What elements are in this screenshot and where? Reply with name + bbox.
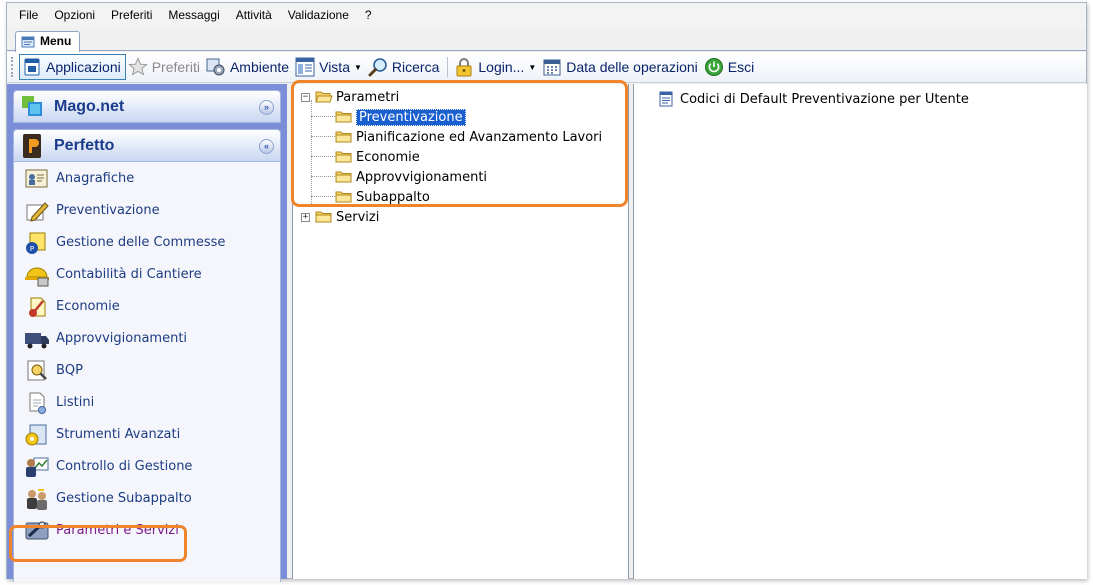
sidebar-item-gestione-commesse[interactable]: P Gestione delle Commesse (14, 226, 280, 258)
power-icon (704, 58, 723, 76)
applications-icon (24, 58, 40, 76)
listini-icon (29, 392, 46, 414)
document-list-icon (659, 91, 673, 107)
login-label: Login... (478, 59, 525, 75)
navigation-pane: Mago.net » Perfetto « Anagrafiche Preven… (7, 84, 287, 582)
economie-icon (29, 297, 46, 317)
collapse-icon[interactable]: « (259, 139, 274, 154)
vista-dropdown-icon[interactable]: ▼ (354, 63, 362, 72)
perfetto-items-list: Anagrafiche Preventivazione P Gestione d… (13, 162, 281, 582)
svg-text:P: P (30, 245, 34, 253)
subappalto-icon (27, 489, 47, 510)
sidebar-item-gestione-subappalto[interactable]: Gestione Subappalto (14, 482, 280, 514)
tree-node-servizi[interactable]: Servizi (315, 207, 379, 227)
applicazioni-label: Applicazioni (46, 59, 121, 75)
sidebar-item-listini[interactable]: Listini (14, 386, 280, 418)
preferiti-button[interactable]: Preferiti (126, 54, 204, 80)
sidebar-item-label: Preventivazione (56, 202, 160, 218)
tab-menu-label: Menu (40, 34, 72, 48)
hardhat-icon (25, 267, 49, 287)
mago-net-logo-icon (22, 96, 42, 116)
tools-icon (25, 424, 47, 446)
menu-messaggi[interactable]: Messaggi (160, 8, 227, 22)
tab-strip: Menu (7, 27, 1086, 52)
contact-card-icon (25, 169, 48, 188)
main-toolbar: Applicazioni Preferiti Ambiente Vista ▼ … (7, 52, 1086, 83)
menu-attivita[interactable]: Attività (228, 8, 280, 22)
menu-preferiti[interactable]: Preferiti (103, 8, 160, 22)
sidebar-item-preventivazione[interactable]: Preventivazione (14, 194, 280, 226)
expand-icon[interactable]: » (259, 100, 274, 115)
group-mago-net-label: Mago.net (54, 97, 125, 115)
star-icon (127, 57, 148, 76)
data-operazioni-button[interactable]: Data delle operazioni (540, 54, 702, 80)
sidebar-item-label: Approvvigionamenti (56, 330, 188, 346)
lock-icon (456, 58, 472, 77)
toolbar-separator (447, 57, 449, 77)
sidebar-item-label: BQP (56, 362, 83, 378)
sidebar-item-label: Economie (56, 298, 120, 314)
tree-node-label: Servizi (336, 209, 380, 225)
sidebar-item-anagrafiche[interactable]: Anagrafiche (14, 162, 280, 194)
detail-pane: Codici di Default Preventivazione per Ut… (633, 84, 1087, 579)
ricerca-label: Ricerca (391, 59, 440, 75)
vista-label: Vista (319, 59, 350, 75)
sidebar-item-label: Strumenti Avanzati (56, 426, 181, 442)
pen-document-icon (26, 202, 49, 222)
menubar: File Opzioni Preferiti Messaggi Attività… (7, 3, 1086, 47)
sidebar-item-economie[interactable]: Economie (14, 290, 280, 322)
sidebar-item-approvvigionamenti[interactable]: Approvvigionamenti (14, 322, 280, 354)
sidebar-item-contabilita-cantiere[interactable]: Contabilità di Cantiere (14, 258, 280, 290)
toolbar-grip[interactable] (11, 57, 15, 77)
expand-servizi-icon[interactable]: + (301, 213, 310, 222)
sidebar-item-label: Gestione delle Commesse (56, 234, 226, 250)
group-mago-net[interactable]: Mago.net » (13, 90, 281, 123)
menu-opzioni[interactable]: Opzioni (46, 8, 103, 22)
detail-item-label: Codici di Default Preventivazione per Ut… (680, 91, 969, 107)
search-icon (368, 58, 387, 77)
gear-icon (206, 58, 225, 76)
sidebar-item-label: Listini (56, 394, 95, 410)
ambiente-label: Ambiente (229, 59, 290, 75)
calendar-icon (543, 59, 561, 76)
folder-icon (315, 211, 332, 223)
sidebar-item-label: Anagrafiche (56, 170, 135, 186)
esci-button[interactable]: Esci (702, 54, 758, 80)
data-operazioni-label: Data delle operazioni (566, 59, 698, 75)
highlight-box (9, 525, 187, 562)
login-button[interactable]: Login... ▼ (452, 54, 540, 80)
group-perfetto-label: Perfetto (54, 136, 115, 154)
vista-button[interactable]: Vista ▼ (293, 54, 366, 80)
menu-validazione[interactable]: Validazione (280, 8, 357, 22)
detail-item-codici-default[interactable]: Codici di Default Preventivazione per Ut… (658, 89, 969, 109)
sidebar-item-controllo-gestione[interactable]: Controllo di Gestione (14, 450, 280, 482)
view-icon (295, 57, 315, 77)
applicazioni-button[interactable]: Applicazioni (19, 54, 126, 80)
sidebar-item-label: Controllo di Gestione (56, 458, 193, 474)
controllo-gestione-icon (26, 457, 49, 477)
sidebar-item-label: Gestione Subappalto (56, 490, 192, 506)
bqp-search-icon (27, 360, 47, 381)
sidebar-item-label: Contabilità di Cantiere (56, 266, 202, 282)
sidebar-item-strumenti-avanzati[interactable]: Strumenti Avanzati (14, 418, 280, 450)
ambiente-button[interactable]: Ambiente (204, 54, 293, 80)
ricerca-button[interactable]: Ricerca (366, 54, 443, 80)
truck-icon (25, 333, 49, 349)
commesse-icon: P (26, 232, 46, 254)
highlight-box (291, 80, 628, 207)
preferiti-label: Preferiti (151, 59, 200, 75)
group-perfetto[interactable]: Perfetto « (13, 129, 281, 162)
esci-label: Esci (727, 59, 755, 75)
tab-menu[interactable]: Menu (15, 31, 81, 52)
menu-tab-icon (21, 36, 35, 48)
menu-help[interactable]: ? (357, 8, 380, 22)
sidebar-item-bqp[interactable]: BQP (14, 354, 280, 386)
perfetto-logo-icon (23, 134, 41, 158)
menu-file[interactable]: File (11, 8, 46, 22)
login-dropdown-icon[interactable]: ▼ (528, 63, 536, 72)
